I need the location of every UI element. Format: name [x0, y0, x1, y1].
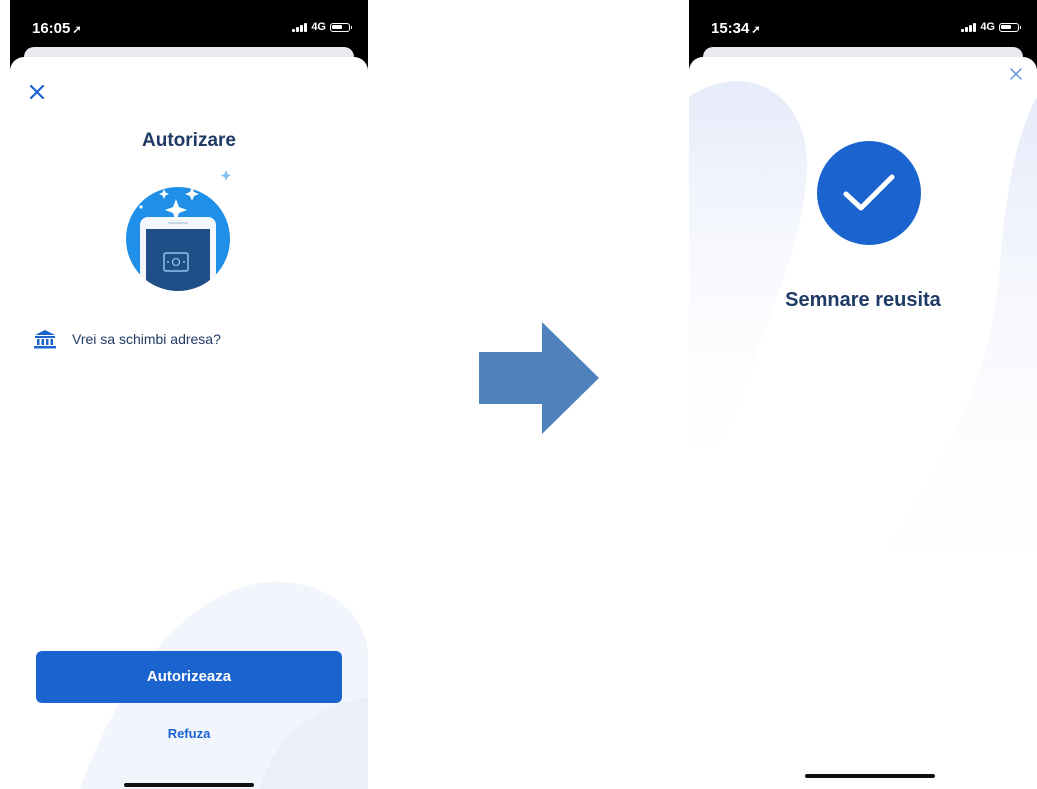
network-label: 4G: [980, 21, 995, 33]
refuse-button[interactable]: Refuza: [10, 726, 368, 741]
battery-icon: [330, 22, 352, 32]
success-title: Semnare reusita: [785, 289, 941, 311]
phone-screen-authorization: 16:05 ➚ 4G Autorizare Vrei sa schimbi ad…: [10, 0, 368, 789]
status-indicators: 4G: [292, 21, 352, 33]
bank-icon: [34, 330, 56, 349]
checkmark-icon: [843, 174, 895, 211]
success-sheet: Semnare reusita: [689, 57, 1037, 789]
close-button[interactable]: [1005, 63, 1027, 85]
right-arrow-icon: [479, 322, 599, 434]
success-badge: [817, 141, 921, 245]
home-indicator: [805, 774, 935, 778]
network-label: 4G: [311, 21, 326, 33]
close-icon: [30, 85, 44, 99]
phone-screen-success: 15:34 ➚ 4G Semnare reusita: [689, 0, 1037, 789]
status-indicators: 4G: [961, 21, 1021, 33]
signal-icon: [292, 22, 308, 32]
home-indicator: [124, 783, 254, 787]
phone-card-sparkles-illustration: [126, 170, 231, 291]
page-title: Autorizare: [142, 130, 236, 151]
info-row: Vrei sa schimbi adresa?: [34, 329, 221, 349]
status-time: 16:05 ➚: [32, 20, 82, 37]
info-text: Vrei sa schimbi adresa?: [72, 331, 221, 347]
close-button[interactable]: [26, 81, 48, 103]
battery-icon: [999, 22, 1021, 32]
status-bar: 15:34 ➚ 4G: [689, 0, 1037, 46]
signal-icon: [961, 22, 977, 32]
status-time: 15:34 ➚: [711, 20, 761, 37]
authorization-sheet: Autorizare Vrei sa schimbi adresa? Autor…: [10, 57, 368, 789]
status-bar: 16:05 ➚ 4G: [10, 0, 368, 46]
close-icon: [1010, 68, 1022, 80]
authorize-button[interactable]: Autorizeaza: [36, 651, 342, 703]
